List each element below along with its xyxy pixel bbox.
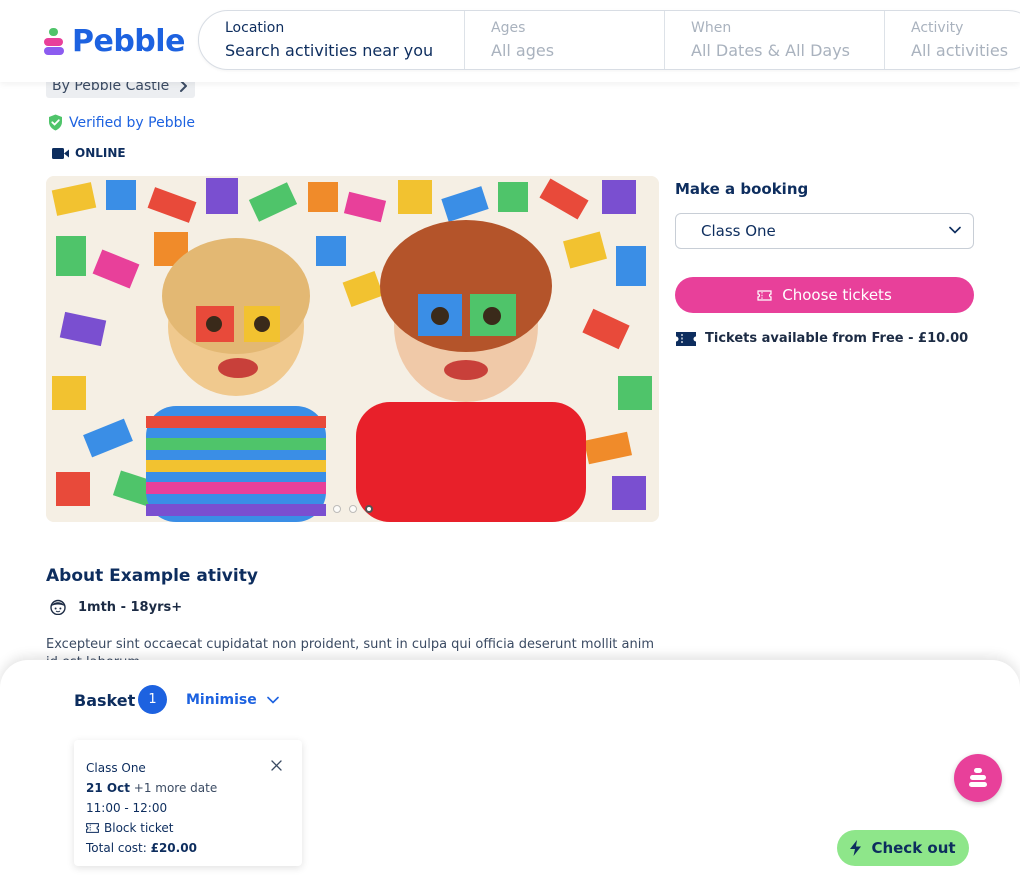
basket-item-more-dates: +1 more date: [133, 781, 218, 795]
basket-item-dates: 21 Oct +1 more date: [86, 778, 290, 798]
basket-item-card: Class One 21 Oct +1 more date 11:00 - 12…: [74, 740, 302, 866]
online-badge: ONLINE: [52, 146, 126, 160]
location-input[interactable]: Search activities near you: [225, 41, 464, 60]
age-range: 1mth - 18yrs+: [50, 599, 182, 615]
age-range-text: 1mth - 18yrs+: [78, 599, 183, 615]
location-field[interactable]: Location Search activities near you: [199, 11, 465, 69]
online-text: ONLINE: [75, 146, 126, 160]
location-label: Location: [225, 20, 285, 36]
search-bar: Location Search activities near you Ages…: [198, 10, 1020, 70]
choose-tickets-button[interactable]: Choose tickets: [675, 277, 974, 313]
basket-panel: Basket 1 Minimise Class One 21 Oct +1 mo…: [0, 660, 1020, 879]
site-header: Pebble Location Search activities near y…: [0, 0, 1020, 82]
carousel-dot[interactable]: [332, 505, 341, 513]
basket-item-name: Class One: [86, 761, 146, 775]
chat-button[interactable]: [954, 754, 1002, 802]
total-cost-label: Total cost:: [86, 841, 147, 855]
booking-heading: Make a booking: [675, 180, 809, 198]
ages-label: Ages: [491, 20, 526, 36]
photo-children-with-blocks: [46, 176, 659, 522]
ages-field[interactable]: Ages All ages: [465, 11, 665, 69]
pebble-logo-icon: [44, 27, 64, 56]
basket-item-total: Total cost: £20.00: [86, 838, 290, 858]
chevron-down-icon: [949, 226, 961, 234]
verified-badge: Verified by Pebble: [48, 114, 195, 131]
activity-value: All activities: [911, 41, 1009, 60]
when-value: All Dates & All Days: [691, 41, 850, 60]
video-camera-icon: [52, 147, 69, 159]
child-face-icon: [50, 599, 66, 615]
total-cost-value: £20.00: [150, 841, 197, 855]
ticket-icon: [676, 331, 696, 346]
lightning-icon: [850, 840, 862, 856]
basket-item-time: 11:00 - 12:00: [86, 801, 168, 815]
close-icon[interactable]: [271, 760, 282, 771]
pebble-chat-icon: [969, 768, 987, 787]
carousel-dot[interactable]: [348, 505, 357, 513]
basket-item-ticket-type: Block ticket: [104, 821, 174, 835]
pebble-logo[interactable]: Pebble: [44, 24, 185, 59]
about-heading: About Example ativity: [46, 566, 258, 586]
activity-field[interactable]: Activity All activities: [885, 11, 1020, 69]
shield-check-icon: [49, 114, 62, 131]
chevron-down-icon: [266, 696, 279, 704]
basket-heading: Basket: [74, 691, 136, 710]
activity-label: Activity: [911, 20, 964, 36]
logo-text: Pebble: [72, 24, 185, 59]
verified-text: Verified by Pebble: [69, 114, 195, 131]
carousel-dots: [46, 505, 659, 513]
class-select-value: Class One: [701, 222, 776, 240]
ticket-icon: [757, 289, 772, 301]
availability-text: Tickets available from Free - £10.00: [705, 331, 969, 346]
class-select[interactable]: Class One: [675, 213, 974, 249]
basket-item-date: 21 Oct: [86, 781, 130, 795]
basket-item-ticket: Block ticket: [86, 818, 290, 838]
when-label: When: [691, 20, 732, 36]
minimise-label: Minimise: [186, 692, 257, 708]
choose-tickets-label: Choose tickets: [782, 286, 892, 304]
carousel-dot-active[interactable]: [364, 505, 373, 513]
ticket-icon: [86, 823, 99, 833]
when-field[interactable]: When All Dates & All Days: [665, 11, 885, 69]
checkout-label: Check out: [871, 839, 956, 857]
ticket-availability: Tickets available from Free - £10.00: [676, 331, 968, 346]
ages-value: All ages: [491, 41, 555, 60]
activity-image-carousel[interactable]: [46, 176, 659, 522]
minimise-basket-button[interactable]: Minimise: [186, 692, 279, 708]
checkout-button[interactable]: Check out: [837, 830, 969, 866]
basket-count-badge: 1: [138, 685, 167, 714]
